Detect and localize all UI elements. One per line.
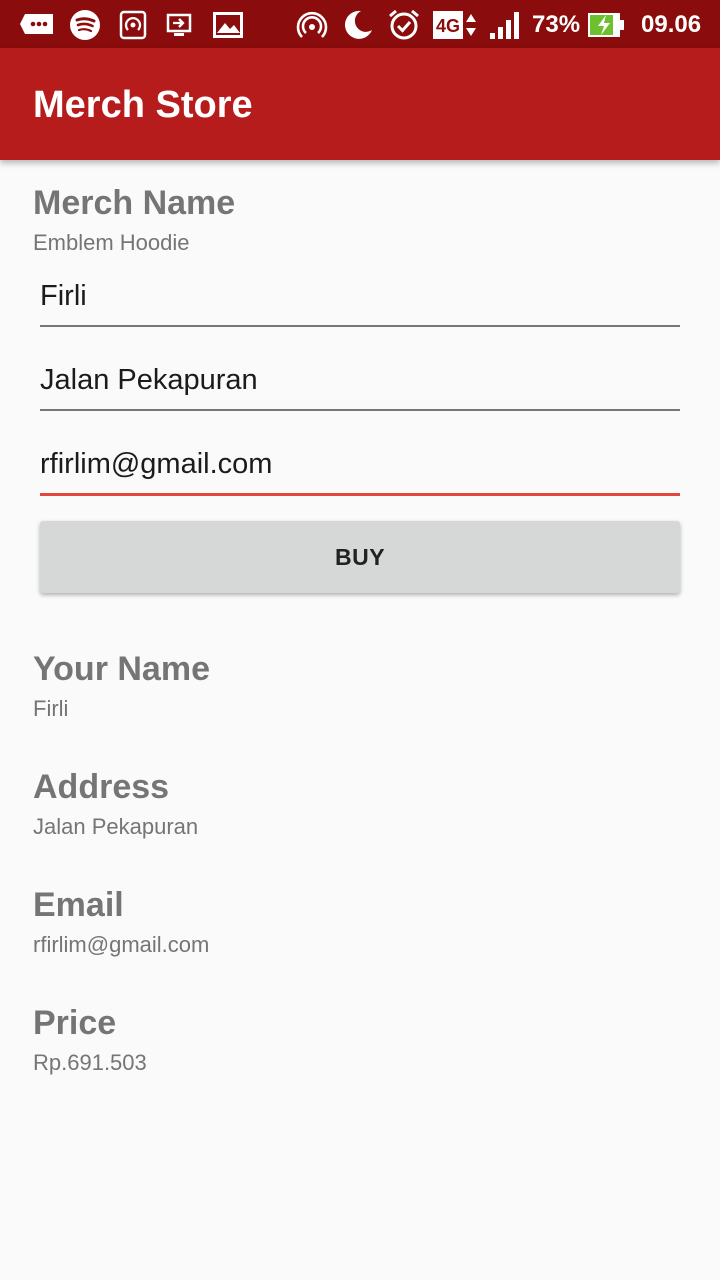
network-4g-icon: 4G: [432, 8, 480, 42]
svg-text:4G: 4G: [436, 16, 460, 36]
name-field[interactable]: [40, 271, 680, 327]
price-label: Price: [33, 1004, 117, 1042]
alarm-icon: [386, 8, 422, 42]
buy-button[interactable]: BUY: [40, 521, 680, 593]
email-field[interactable]: [40, 439, 680, 496]
your-name-value: Firli: [33, 696, 69, 721]
email-value: rfirlim@gmail.com: [33, 932, 210, 957]
email-label: Email: [33, 886, 124, 924]
app-title: Merch Store: [33, 84, 253, 126]
screen-cast-icon: [165, 8, 195, 42]
notification-icon: [18, 8, 56, 42]
merch-name-value: Emblem Hoodie: [33, 230, 190, 255]
address-label: Address: [33, 768, 170, 806]
battery-percent: 73%: [532, 11, 581, 38]
name-input[interactable]: [40, 271, 680, 321]
signal-icon: [488, 8, 524, 42]
clock: 09.06: [641, 11, 702, 38]
moon-icon: [340, 8, 376, 42]
status-bar: 4G 73% 09.06: [0, 0, 720, 48]
battery-charging-icon: [586, 8, 626, 42]
gallery-icon: [212, 8, 244, 42]
spotify-icon: [68, 8, 102, 42]
merch-name-label: Merch Name: [33, 184, 236, 222]
address-input[interactable]: [40, 355, 680, 405]
app-bar: Merch Store: [0, 48, 720, 160]
address-field[interactable]: [40, 355, 680, 411]
price-value: Rp.691.503: [33, 1050, 147, 1075]
hotspot-icon: [118, 8, 148, 42]
your-name-label: Your Name: [33, 650, 210, 688]
address-value: Jalan Pekapuran: [33, 814, 199, 839]
wireless-icon: [296, 8, 328, 42]
email-input[interactable]: [40, 439, 680, 489]
